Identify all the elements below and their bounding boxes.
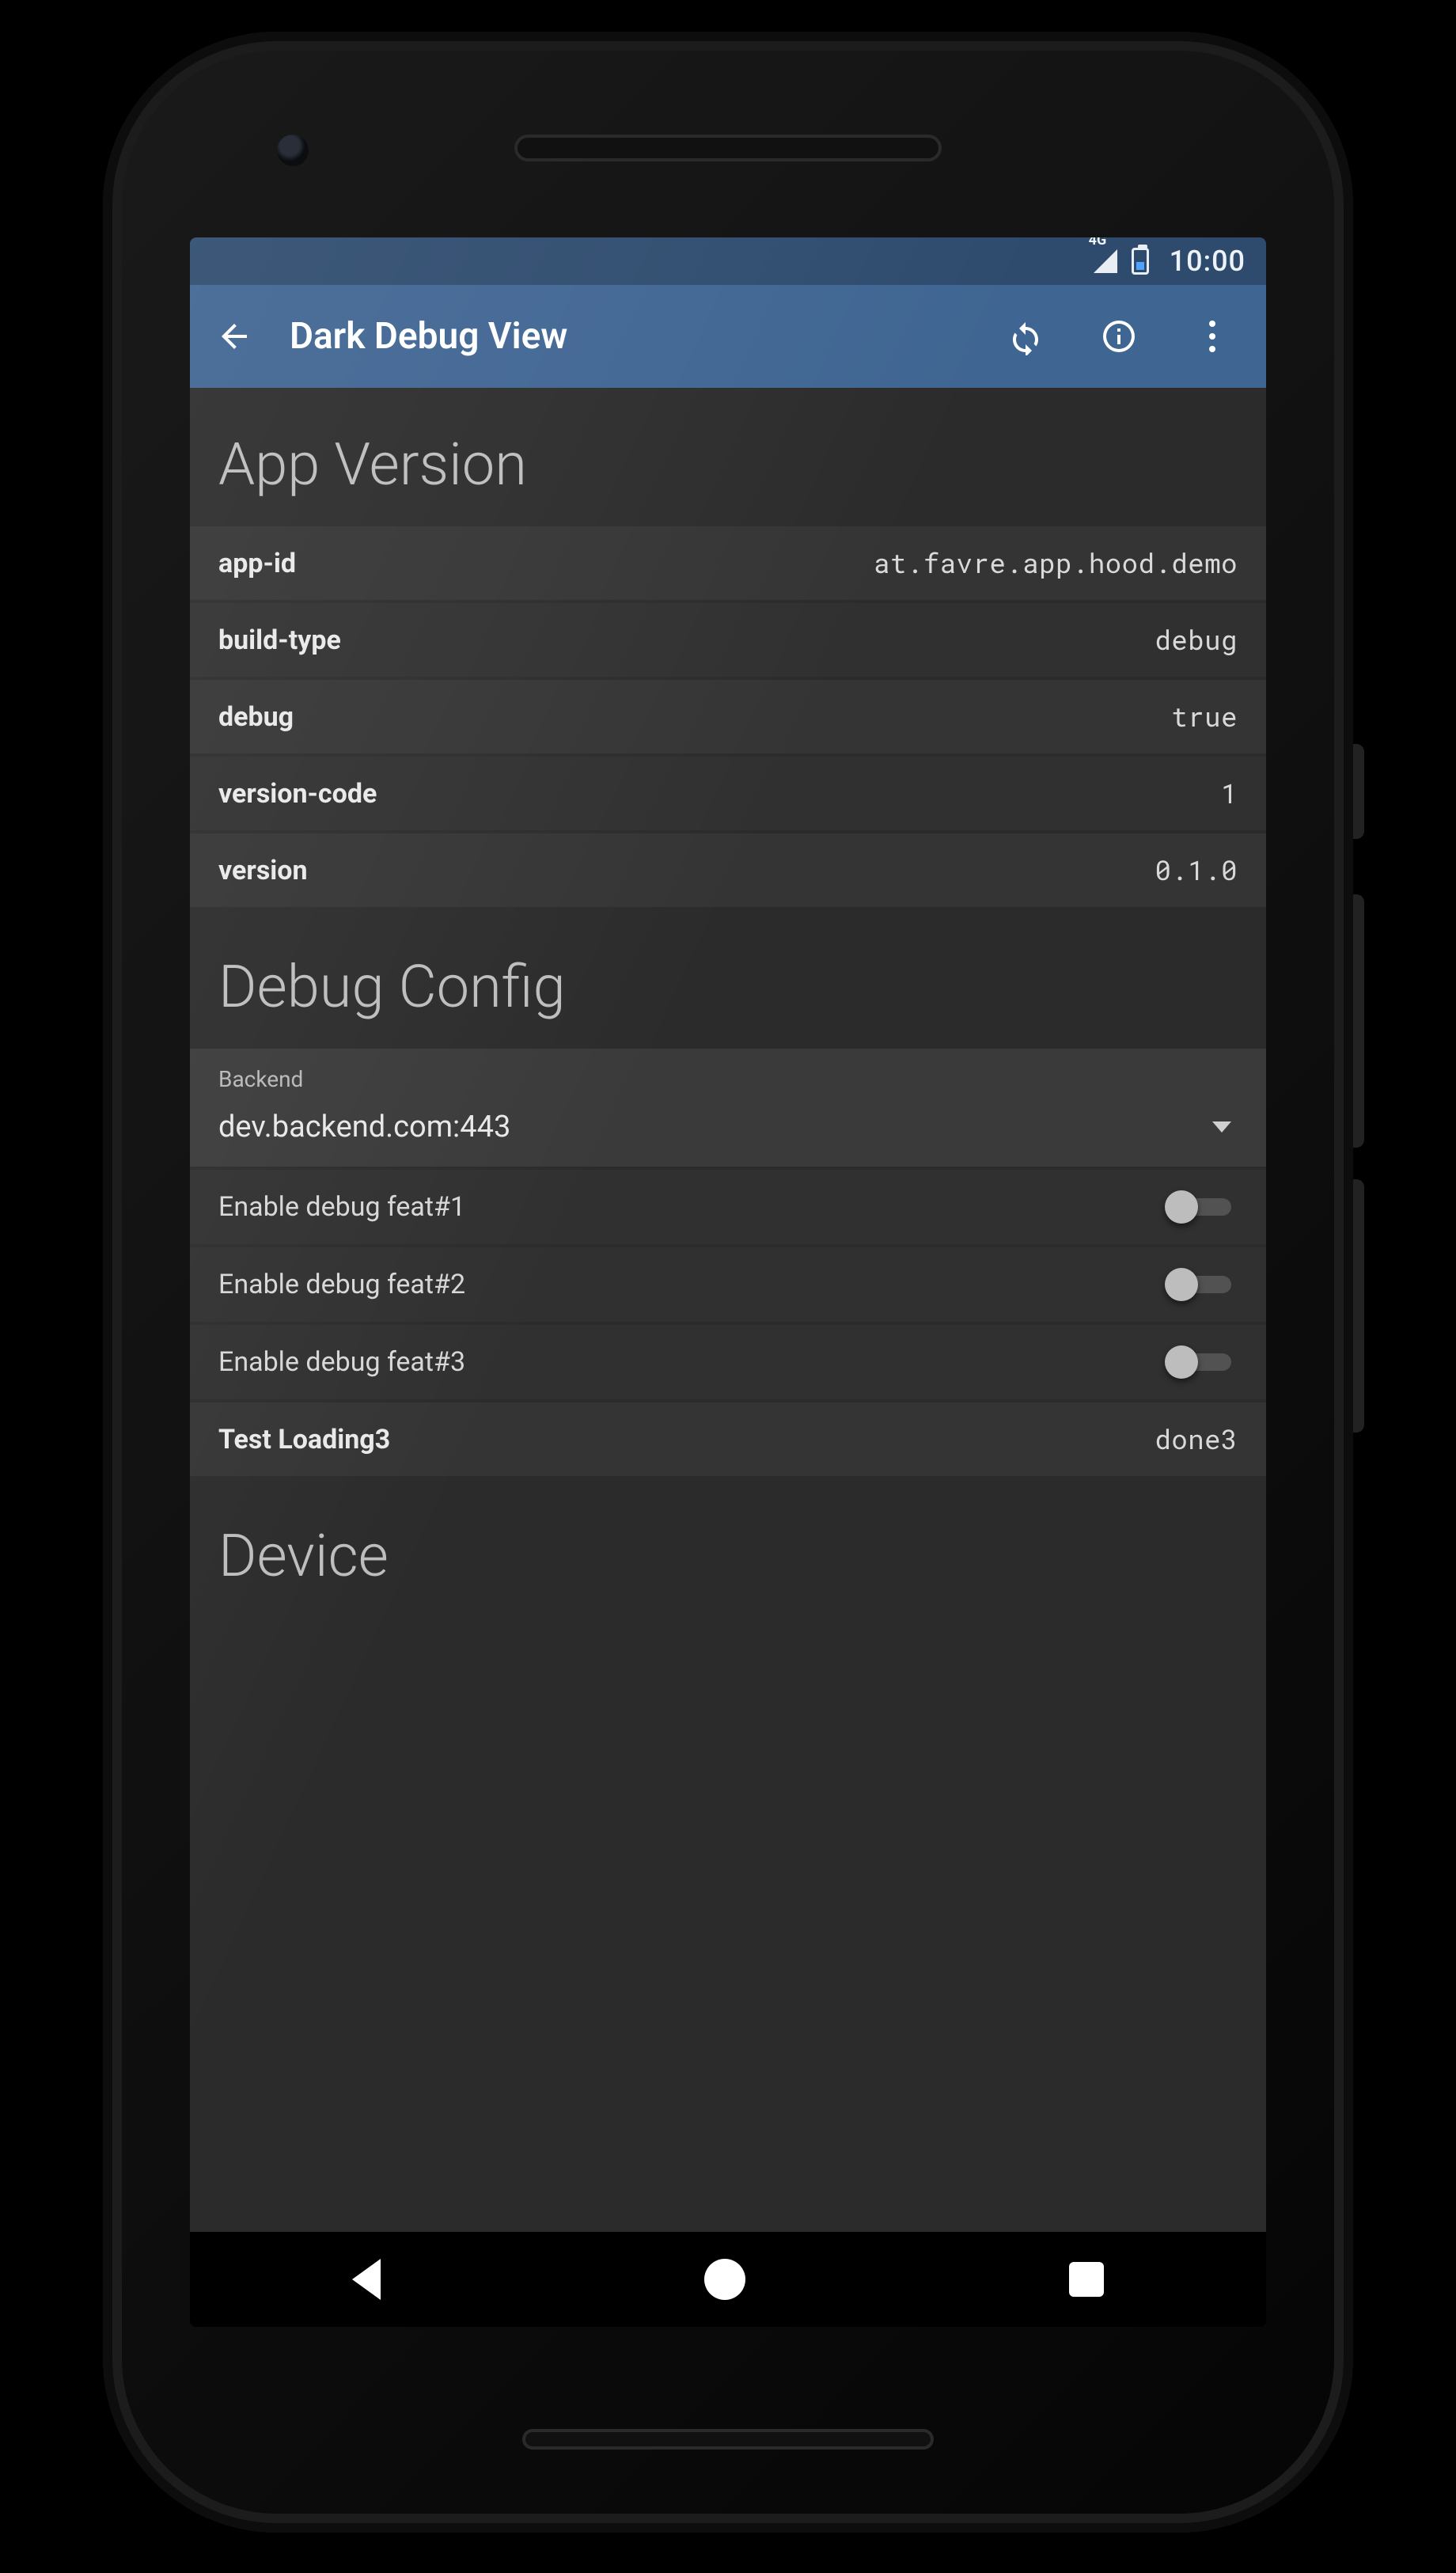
kv-key: version-code — [218, 778, 377, 810]
chevron-down-icon — [1212, 1121, 1231, 1133]
section-title-app-version: App Version — [190, 388, 1266, 526]
bottom-speaker — [522, 2429, 934, 2450]
toolbar-title: Dark Debug View — [282, 315, 978, 358]
signal-icon: 4G — [1094, 249, 1117, 273]
kv-value: debug — [1155, 622, 1238, 658]
kv-row[interactable]: app-id at.favre.app.hood.demo — [190, 526, 1266, 603]
toggle-row[interactable]: Enable debug feat#3 — [190, 1325, 1266, 1402]
nav-home-button[interactable] — [704, 2259, 745, 2300]
back-button[interactable] — [196, 298, 272, 374]
switch[interactable] — [1165, 1268, 1238, 1301]
phone-frame: 4G 10:00 Dark Debug View — [103, 32, 1353, 2533]
arrow-back-icon — [215, 317, 253, 355]
battery-icon — [1132, 248, 1149, 275]
power-button — [1353, 744, 1364, 839]
app-toolbar: Dark Debug View — [190, 285, 1266, 388]
more-vert-icon — [1208, 317, 1216, 355]
kv-row[interactable]: version-code 1 — [190, 757, 1266, 833]
volume-down-button — [1353, 1179, 1364, 1433]
nav-recents-button[interactable] — [1069, 2262, 1104, 2297]
nav-back-button[interactable] — [352, 2259, 381, 2300]
backend-spinner[interactable]: Backend dev.backend.com:443 — [190, 1049, 1266, 1170]
section-title-device: Device — [190, 1479, 1266, 1591]
network-badge: 4G — [1089, 237, 1107, 249]
info-icon — [1100, 317, 1138, 355]
content-scroll[interactable]: App Version app-id at.favre.app.hood.dem… — [190, 388, 1266, 2232]
kv-key: Test Loading3 — [218, 1424, 390, 1455]
refresh-icon — [1007, 317, 1045, 355]
kv-value: done3 — [1155, 1421, 1238, 1457]
system-nav-bar — [190, 2232, 1266, 2327]
kv-value: true — [1171, 699, 1238, 734]
kv-row[interactable]: debug true — [190, 680, 1266, 757]
section-title-debug-config: Debug Config — [190, 910, 1266, 1049]
kv-value: 1 — [1221, 776, 1238, 811]
front-camera — [277, 135, 309, 166]
kv-row[interactable]: build-type debug — [190, 603, 1266, 680]
kv-key: build-type — [218, 624, 341, 656]
kv-key: debug — [218, 701, 294, 733]
kv-value: at.favre.app.hood.demo — [874, 545, 1238, 581]
kv-key: app-id — [218, 548, 296, 579]
overflow-button[interactable] — [1174, 298, 1250, 374]
toggle-label: Enable debug feat#1 — [218, 1191, 465, 1223]
nav-back-icon — [352, 2259, 381, 2300]
kv-row[interactable]: version 0.1.0 — [190, 833, 1266, 910]
volume-up-button — [1353, 894, 1364, 1148]
nav-home-icon — [704, 2259, 745, 2300]
kv-key: version — [218, 855, 308, 886]
switch[interactable] — [1165, 1190, 1238, 1224]
toggle-row[interactable]: Enable debug feat#1 — [190, 1170, 1266, 1247]
screen: 4G 10:00 Dark Debug View — [190, 237, 1266, 2327]
clock: 10:00 — [1170, 245, 1246, 278]
status-bar: 4G 10:00 — [190, 237, 1266, 285]
switch[interactable] — [1165, 1345, 1238, 1379]
backend-label: Backend — [218, 1066, 1238, 1092]
toggle-label: Enable debug feat#3 — [218, 1346, 465, 1378]
toggle-label: Enable debug feat#2 — [218, 1269, 465, 1300]
kv-row[interactable]: Test Loading3 done3 — [190, 1402, 1266, 1479]
nav-recents-icon — [1069, 2262, 1104, 2297]
backend-value: dev.backend.com:443 — [218, 1110, 510, 1144]
refresh-button[interactable] — [988, 298, 1064, 374]
info-button[interactable] — [1081, 298, 1157, 374]
toggle-row[interactable]: Enable debug feat#2 — [190, 1247, 1266, 1325]
kv-value: 0.1.0 — [1155, 852, 1238, 888]
